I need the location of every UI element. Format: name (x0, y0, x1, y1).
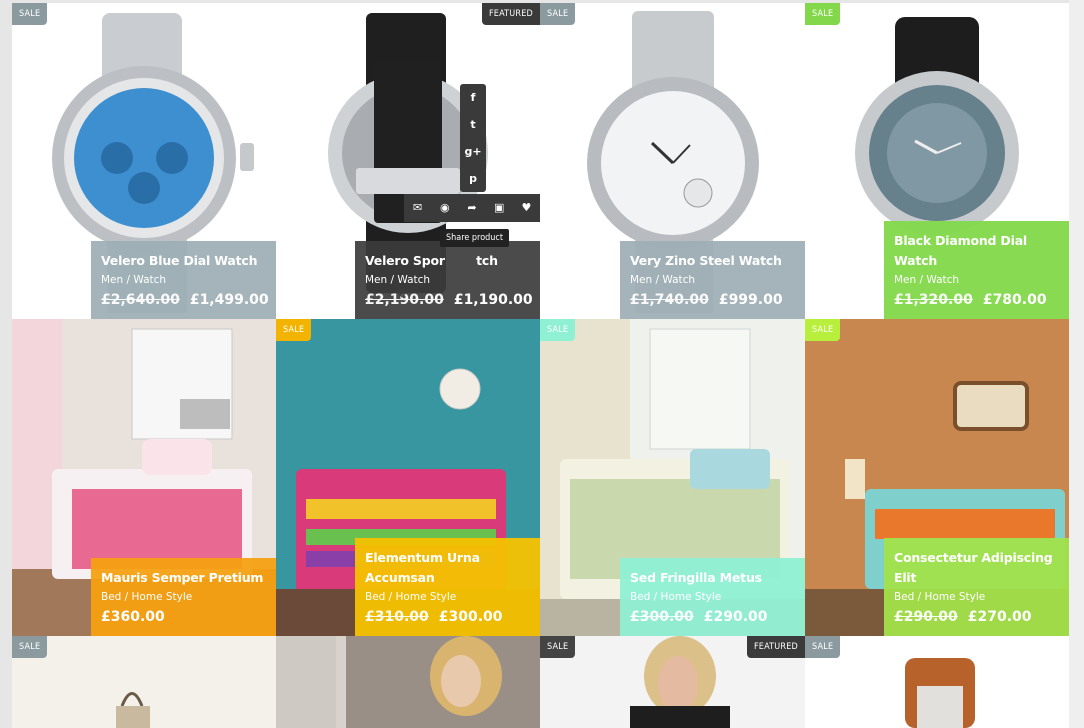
product-image (116, 692, 150, 728)
sale-badge: SALE (12, 3, 48, 25)
product-category[interactable]: Bed / Home Style (894, 588, 1059, 606)
current-price: £780.00 (982, 292, 1047, 308)
tooltip-caret (395, 290, 409, 298)
product-tile[interactable]: Mauris Semper Pretium Bed / Home Style £… (12, 319, 276, 636)
featured-badge: FEATURED (481, 3, 540, 25)
current-price: £1,499.00 (189, 292, 269, 308)
eye-icon[interactable]: ◉ (431, 194, 458, 222)
product-tile[interactable]: SALE FEATURED (540, 636, 805, 728)
product-tile[interactable]: SALE Very Zino Steel Watch Men / Watch £… (540, 3, 805, 319)
product-info[interactable]: Mauris Semper Pretium Bed / Home Style £… (91, 558, 276, 636)
sale-badge: SALE (805, 636, 841, 658)
product-category[interactable]: Men / Watch (630, 271, 795, 289)
product-category[interactable]: Bed / Home Style (101, 588, 266, 606)
product-image (276, 636, 540, 728)
sale-badge: SALE (805, 319, 841, 341)
envelope-icon[interactable]: ✉ (404, 194, 431, 222)
product-name[interactable]: Velero Sport Watch (365, 251, 530, 271)
old-price: £2,640.00 (101, 292, 180, 308)
product-info[interactable]: Velero Blue Dial Watch Men / Watch £2,64… (91, 241, 276, 319)
product-category[interactable]: Men / Watch (101, 271, 266, 289)
current-price: £290.00 (703, 609, 768, 625)
old-price: £290.00 (894, 609, 958, 625)
product-info[interactable]: Sed Fringilla Metus Bed / Home Style £30… (620, 558, 805, 636)
product-info[interactable]: Velero Sport Watch Men / Watch £2,190.00… (355, 241, 540, 319)
product-tile[interactable]: SALE Elementum Urna Accumsan Bed / Home … (276, 319, 540, 636)
old-price: £300.00 (630, 609, 694, 625)
pinterest-icon[interactable]: p (460, 165, 486, 192)
product-tile[interactable]: FEATURED f t g+ p ✉ ◉ ➦ ▣ ♥ Velero Spor t… (276, 3, 540, 319)
product-category[interactable]: Bed / Home Style (365, 588, 530, 606)
product-grid: SALE Velero Blue Dial Watch Men / Watch … (12, 3, 1069, 728)
product-name[interactable]: Consectetur Adipiscing Elit (894, 548, 1059, 588)
product-info[interactable]: Elementum Urna Accumsan Bed / Home Style… (355, 538, 540, 636)
product-tile[interactable] (276, 636, 540, 728)
product-tile[interactable]: SALE Sed Fringilla Metus Bed / Home Styl… (540, 319, 805, 636)
product-category[interactable]: Bed / Home Style (630, 588, 795, 606)
product-tile[interactable]: SALE (805, 636, 1069, 728)
product-name[interactable]: Sed Fringilla Metus (630, 568, 795, 588)
sale-badge: SALE (540, 319, 576, 341)
facebook-icon[interactable]: f (460, 84, 486, 111)
old-price: £1,740.00 (630, 292, 709, 308)
sale-badge: SALE (540, 3, 576, 25)
current-price: £999.00 (718, 292, 783, 308)
old-price: £1,320.00 (894, 292, 973, 308)
product-tile[interactable]: SALE Black Diamond Dial Watch Men / Watc… (805, 3, 1069, 319)
sale-badge: SALE (12, 636, 48, 658)
product-tile[interactable]: SALE Velero Blue Dial Watch Men / Watch … (12, 3, 276, 319)
share-icon[interactable]: ➦ (458, 194, 485, 222)
product-name[interactable]: Mauris Semper Pretium (101, 568, 266, 588)
product-actions-bar: ✉ ◉ ➦ ▣ ♥ (404, 194, 540, 222)
cart-icon[interactable]: ▣ (486, 194, 513, 222)
product-info[interactable]: Consectetur Adipiscing Elit Bed / Home S… (884, 538, 1069, 636)
page-scrollbar[interactable] (1069, 0, 1084, 728)
product-info[interactable]: Very Zino Steel Watch Men / Watch £1,740… (620, 241, 805, 319)
old-price: £310.00 (365, 609, 429, 625)
sale-badge: SALE (276, 319, 312, 341)
current-price: £1,190.00 (453, 292, 533, 308)
google-plus-icon[interactable]: g+ (460, 138, 486, 165)
current-price: £270.00 (967, 609, 1032, 625)
product-name[interactable]: Velero Blue Dial Watch (101, 251, 266, 271)
share-tooltip: Share product (440, 229, 510, 247)
current-price: £300.00 (438, 609, 503, 625)
product-name[interactable]: Very Zino Steel Watch (630, 251, 795, 271)
product-category[interactable]: Men / Watch (894, 271, 1059, 289)
sale-badge: SALE (540, 636, 576, 658)
twitter-icon[interactable]: t (460, 111, 486, 138)
product-image (905, 658, 975, 728)
social-share-bar: f t g+ p (460, 84, 486, 192)
current-price: £360.00 (101, 609, 165, 625)
product-name[interactable]: Elementum Urna Accumsan (365, 548, 530, 588)
sale-badge: SALE (805, 3, 841, 25)
product-tile[interactable]: SALE Consectetur Adipiscing Elit Bed / H… (805, 319, 1069, 636)
product-info[interactable]: Black Diamond Dial Watch Men / Watch £1,… (884, 221, 1069, 319)
product-tile[interactable]: SALE (12, 636, 276, 728)
product-category[interactable]: Men / Watch (365, 271, 530, 289)
product-name[interactable]: Black Diamond Dial Watch (894, 231, 1059, 271)
heart-icon[interactable]: ♥ (513, 194, 540, 222)
featured-badge: FEATURED (746, 636, 805, 658)
